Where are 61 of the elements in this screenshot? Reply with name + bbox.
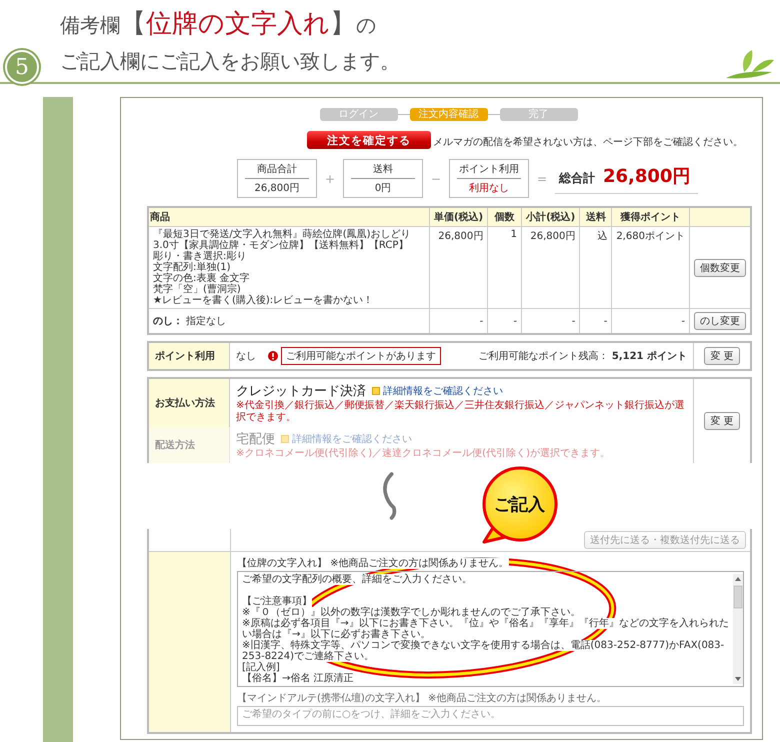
- change-button[interactable]: 変 更: [704, 412, 740, 430]
- points-value: なし: [236, 350, 256, 363]
- progress-step: 注文内容確認: [410, 108, 488, 121]
- operator-sign: +: [324, 172, 336, 186]
- column-header: 送料: [580, 207, 612, 226]
- points-balance: ご利用可能なポイント残高： 5,121 ポイント: [478, 350, 687, 363]
- product-detail: のし： 指定なし: [153, 314, 228, 329]
- column-header: 商品: [148, 207, 430, 226]
- product-detail: 文字配列:単独(1): [153, 262, 231, 273]
- section-label: ポイント利用: [149, 343, 230, 369]
- column-header: 獲得ポイント: [612, 207, 690, 226]
- total-label: 送料: [351, 162, 415, 179]
- total-label: ポイント利用: [457, 162, 521, 179]
- remark-textarea[interactable]: [237, 571, 744, 687]
- heading-subtitle: ご記入欄にご記入をお願い致します。: [60, 48, 400, 75]
- change-button[interactable]: 個数変更: [694, 258, 746, 276]
- exclamation-icon: [268, 351, 278, 361]
- column-header: 個数: [488, 207, 522, 226]
- change-button[interactable]: のし変更: [694, 312, 746, 330]
- product-detail: 『最短3日で発送/文字入れ無料』蒔絵位牌(鳳凰)おしどり 3.0寸【家具調位牌・モダン位牌】【送料無料】【RCP】: [153, 229, 412, 251]
- grand-total-label: 総合計: [559, 170, 595, 186]
- total-value: 26,800円: [254, 182, 300, 195]
- operator-sign: =: [536, 172, 548, 186]
- total-value: 利用なし: [469, 182, 509, 195]
- table-cell: 込: [580, 226, 612, 308]
- scrollbar-icon: [733, 574, 743, 684]
- table-cell: 26,800円: [521, 226, 580, 308]
- details-link[interactable]: 詳細情報をご確認ください: [383, 384, 503, 398]
- operator-sign: −: [430, 172, 442, 186]
- column-header: 単価(税込): [429, 207, 488, 226]
- total-label: 商品合計: [245, 162, 309, 179]
- change-button[interactable]: 変 更: [704, 347, 740, 365]
- step-number-badge: 5: [5, 50, 39, 84]
- confirm-order-button[interactable]: 注文を確定する: [307, 131, 431, 149]
- method-note: ※代金引換／銀行振込／郵便振替／楽天銀行振込／三井住友銀行振込／ジャパンネット銀行振込が選択できます。: [236, 400, 686, 424]
- square-bullet-icon: [372, 387, 380, 395]
- newsletter-note: メルマガの配信を希望されない方は、ページ下部をご確認ください。: [433, 136, 743, 149]
- table-cell: 26,800円: [429, 226, 488, 308]
- total-value: 0円: [374, 182, 392, 195]
- method-note: ※クロネコメール便(代引除く)／速達クロネコメール便(代引除く)が選択できます。: [236, 448, 611, 460]
- section-label: お支払い方法: [149, 379, 230, 427]
- method-name: 宅配便: [236, 431, 275, 448]
- column-header: 小計(税込): [521, 207, 580, 226]
- heading-text: の: [356, 12, 376, 39]
- bracket-open: 【: [120, 8, 146, 41]
- product-detail: ★レビューを書く(購入後):レビューを書かない！: [153, 295, 374, 306]
- remark-textarea[interactable]: ご希望のタイプの前に○をつけ、詳細をご入力ください。: [237, 706, 744, 726]
- points-notice: ご利用可能なポイントがあります: [281, 347, 441, 365]
- product-detail: 梵字「空」(曹洞宗): [153, 284, 241, 295]
- callout-text: ご記入: [494, 494, 545, 516]
- section-label: 配送方法: [149, 427, 230, 463]
- bracket-close: 】: [330, 8, 356, 41]
- heading-highlight: 位牌の文字入れ: [146, 8, 330, 41]
- product-detail: 文字の色:表裏 金文字: [153, 273, 251, 284]
- table-cell: 1: [488, 226, 522, 308]
- method-name: クレジットカード決済: [236, 383, 366, 400]
- product-detail: 彫り・書き選択:彫り: [153, 251, 248, 262]
- heading-text: 備考欄: [60, 12, 120, 39]
- grand-total-value: 26,800円: [603, 164, 690, 188]
- table-cell: 2,680ポイント: [612, 226, 690, 308]
- square-bullet-icon: [281, 435, 289, 443]
